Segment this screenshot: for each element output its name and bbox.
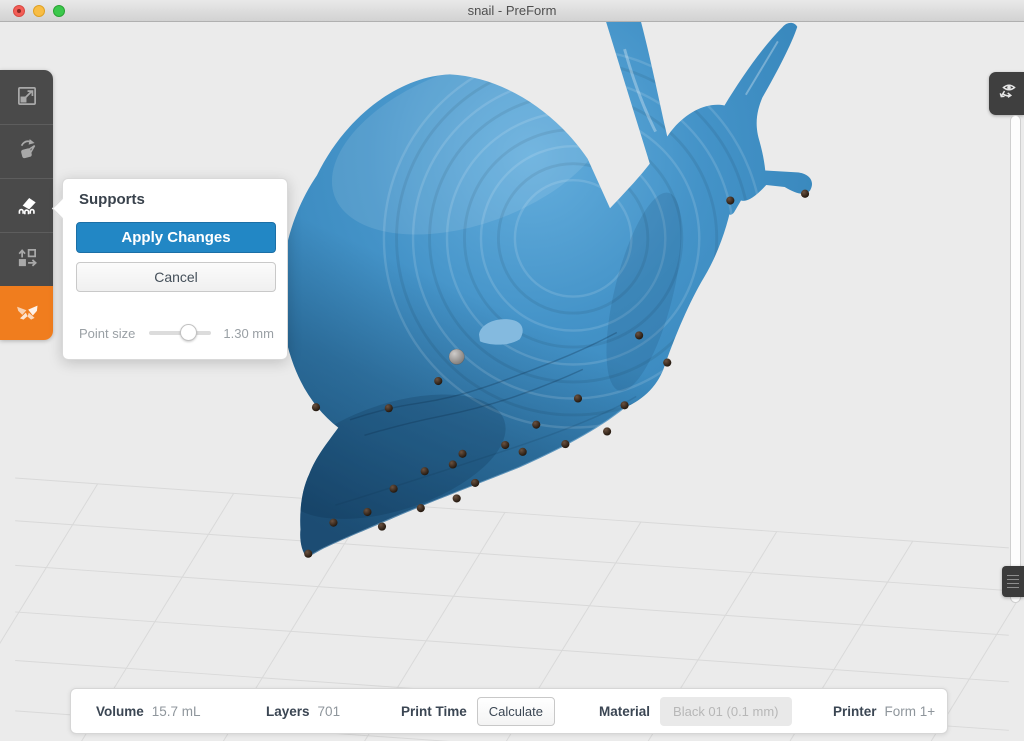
scene-canvas[interactable] [0,22,1024,741]
support-point[interactable] [519,448,527,456]
print-time-group: Print Time Calculate [401,689,555,733]
calculate-button[interactable]: Calculate [477,697,555,726]
support-point[interactable] [471,479,479,487]
support-point[interactable] [603,427,611,435]
point-size-slider-handle[interactable] [180,324,197,341]
model-viewport[interactable]: Supports Apply Changes Cancel Point size… [0,22,1024,741]
snail-model[interactable] [266,22,812,558]
layer-slider-track[interactable] [1010,115,1021,603]
support-point[interactable] [663,359,671,367]
supports-panel-title: Supports [79,191,145,208]
support-point[interactable] [801,190,809,198]
support-point[interactable] [635,331,643,339]
support-point[interactable] [378,522,386,530]
tool-sidebar [0,70,53,340]
preform-window: snail - PreForm [0,0,1024,741]
layers-group: Layers 701 [266,689,340,733]
layers-value: 701 [318,704,341,719]
support-point[interactable] [726,196,734,204]
printer-group: Printer Form 1+ [833,689,935,733]
cursor-preview-point[interactable] [449,349,465,365]
titlebar: snail - PreForm [0,0,1024,22]
printer-value: Form 1+ [885,704,936,719]
support-point[interactable] [329,519,337,527]
supports-panel: Supports Apply Changes Cancel Point size… [62,178,288,360]
supports-icon [14,191,40,220]
material-button[interactable]: Black 01 (0.1 mm) [660,697,791,726]
scale-icon [14,83,40,112]
volume-group: Volume 15.7 mL [96,689,201,733]
material-group: Material Black 01 (0.1 mm) [599,689,792,733]
rotate-icon [14,137,40,166]
support-point[interactable] [458,450,466,458]
butterfly-icon [13,298,41,329]
support-point[interactable] [417,504,425,512]
support-point[interactable] [390,485,398,493]
cancel-button[interactable]: Cancel [76,262,276,292]
support-point[interactable] [453,494,461,502]
apply-changes-button[interactable]: Apply Changes [76,222,276,253]
window-title: snail - PreForm [0,0,1024,21]
layers-label: Layers [266,704,310,719]
layout-icon [14,245,40,274]
support-point[interactable] [385,404,393,412]
print-button[interactable] [0,286,53,340]
support-point[interactable] [434,377,442,385]
support-point[interactable] [620,401,628,409]
support-point[interactable] [501,441,509,449]
support-point[interactable] [449,460,457,468]
supports-tool-button[interactable] [0,178,53,232]
support-point[interactable] [363,508,371,516]
point-size-label: Point size [79,326,135,341]
size-tool-button[interactable] [0,70,53,124]
support-point[interactable] [574,394,582,402]
point-size-slider[interactable] [149,331,211,335]
support-point[interactable] [304,550,312,558]
support-point[interactable] [421,467,429,475]
material-label: Material [599,704,650,719]
status-bar: Volume 15.7 mL Layers 701 Print Time Cal… [70,688,948,734]
support-point[interactable] [561,440,569,448]
orient-tool-button[interactable] [0,124,53,178]
support-point[interactable] [532,421,540,429]
point-size-row: Point size 1.30 mm [79,322,273,344]
point-size-value: 1.30 mm [223,326,274,341]
view-orientation-button[interactable] [989,72,1024,115]
printer-label: Printer [833,704,877,719]
volume-label: Volume [96,704,144,719]
orbit-eye-icon [995,79,1019,108]
layer-slider-handle[interactable] [1002,566,1024,597]
support-point[interactable] [312,403,320,411]
print-time-label: Print Time [401,704,467,719]
layout-tool-button[interactable] [0,232,53,286]
volume-value: 15.7 mL [152,704,201,719]
